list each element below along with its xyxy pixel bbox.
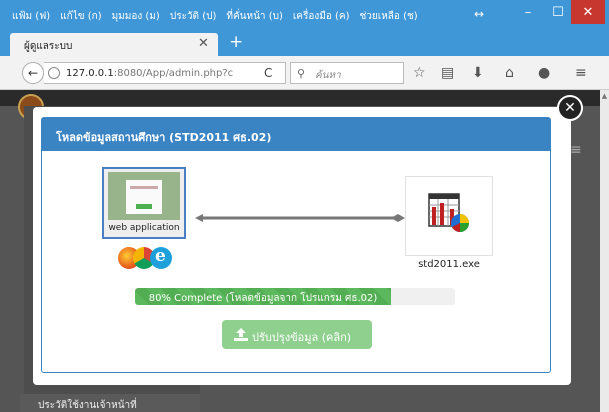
menu-help[interactable]: ช่วยเหลือ (ช) <box>360 9 418 24</box>
reading-list-icon[interactable]: ▤ <box>441 65 454 81</box>
progress-text: 80% Complete (โหลดข้อมูลจาก โปรแกรม ศธ.0… <box>148 293 378 304</box>
modal-header: โหลดข้อมูลสถานศึกษา (STD2011 ศธ.02) <box>42 118 550 151</box>
connector-arrow <box>195 214 405 222</box>
window-menubar: แฟ้ม (ฟ) แก้ไข (ก) มุมมอง (ม) ประวัติ (ป… <box>0 0 609 30</box>
search-icon: ⚲ <box>297 67 306 80</box>
tab-title: ผู้ดูแลระบบ <box>24 41 73 52</box>
tab-close-icon[interactable]: ✕ <box>198 36 209 51</box>
scrollbar[interactable] <box>600 90 609 412</box>
minimize-button[interactable]: – <box>513 0 543 24</box>
scroll-up-icon[interactable]: ▲ <box>600 92 609 100</box>
url-bar[interactable]: 127.0.0.1:8080/App/admin.php?c <box>44 62 286 84</box>
home-icon[interactable]: ⌂ <box>505 65 514 81</box>
window-close-button[interactable]: ✕ <box>571 0 605 24</box>
load-data-modal: โหลดข้อมูลสถานศึกษา (STD2011 ศธ.02) web … <box>33 107 571 385</box>
sidebar-item-history[interactable]: ประวัติใช้งานเจ้าหน้าที่ <box>20 394 200 412</box>
update-data-button[interactable]: ปรับปรุงข้อมูล (คลิก) <box>222 320 372 349</box>
modal-close-button[interactable]: ✕ <box>557 95 583 121</box>
menu-tools[interactable]: เครื่องมือ (ค) <box>293 9 350 24</box>
web-app-login-card <box>126 180 162 214</box>
modal-panel: โหลดข้อมูลสถานศึกษา (STD2011 ศธ.02) web … <box>41 117 551 373</box>
star-icon[interactable]: ☆ <box>413 65 426 81</box>
web-app-header-bar <box>130 186 158 189</box>
sidebar-item-label: ประวัติใช้งานเจ้าหน้าที่ <box>38 400 137 411</box>
new-tab-icon[interactable]: + <box>229 32 243 52</box>
search-placeholder: ค้นหา <box>315 70 341 81</box>
progress-bar: 80% Complete (โหลดข้อมูลจาก โปรแกรม ศธ.0… <box>135 288 455 305</box>
maximize-button[interactable]: ☐ <box>543 0 573 24</box>
reload-icon[interactable]: C <box>264 66 272 80</box>
menu-file[interactable]: แฟ้ม (ฟ) <box>12 9 50 24</box>
ie-icon <box>150 246 172 269</box>
modal-title: โหลดข้อมูลสถานศึกษา (STD2011 ศธ.02) <box>56 131 272 144</box>
exe-label: std2011.exe <box>418 259 480 270</box>
download-icon[interactable]: ⬇ <box>472 65 484 81</box>
menu-bookmarks[interactable]: ที่คั่นหน้า (บ) <box>226 9 283 24</box>
browser-icons <box>118 246 178 269</box>
navigation-bar: ← 127.0.0.1:8080/App/admin.php?c C ⚲ ค้น… <box>0 56 609 90</box>
hamburger-menu-icon[interactable]: ≡ <box>575 65 587 81</box>
url-path: :8080/App/admin.php?c <box>113 68 234 79</box>
upload-icon <box>234 328 248 341</box>
web-app-login-button <box>136 204 152 209</box>
page-hamburger-icon[interactable]: ≡ <box>570 142 582 158</box>
menu-history[interactable]: ประวัติ (ป) <box>170 9 217 24</box>
tab-bar: ผู้ดูแลระบบ ✕ + <box>0 30 609 56</box>
globe-icon <box>48 67 60 79</box>
chat-icon[interactable]: ● <box>538 65 550 81</box>
web-app-screenshot <box>108 172 180 220</box>
url-text: 127.0.0.1:8080/App/admin.php?c <box>66 68 233 79</box>
url-host: 127.0.0.1 <box>66 68 114 79</box>
web-application-label: web application <box>108 223 180 233</box>
page-header <box>0 90 600 106</box>
resize-arrow-icon: ↔ <box>474 7 485 21</box>
spreadsheet-chart-icon <box>428 193 469 232</box>
menu-view[interactable]: มุมมอง (ม) <box>112 9 160 24</box>
update-button-label: ปรับปรุงข้อมูล (คลิก) <box>252 331 352 344</box>
menu-items: แฟ้ม (ฟ) แก้ไข (ก) มุมมอง (ม) ประวัติ (ป… <box>12 9 418 24</box>
search-input[interactable]: ⚲ ค้นหา <box>290 62 404 84</box>
web-application-thumbnail: web application <box>102 167 186 239</box>
tab-admin[interactable]: ผู้ดูแลระบบ ✕ <box>10 33 218 56</box>
exe-program-box <box>405 176 493 256</box>
back-icon[interactable]: ← <box>22 62 44 84</box>
menu-edit[interactable]: แก้ไข (ก) <box>60 9 101 24</box>
